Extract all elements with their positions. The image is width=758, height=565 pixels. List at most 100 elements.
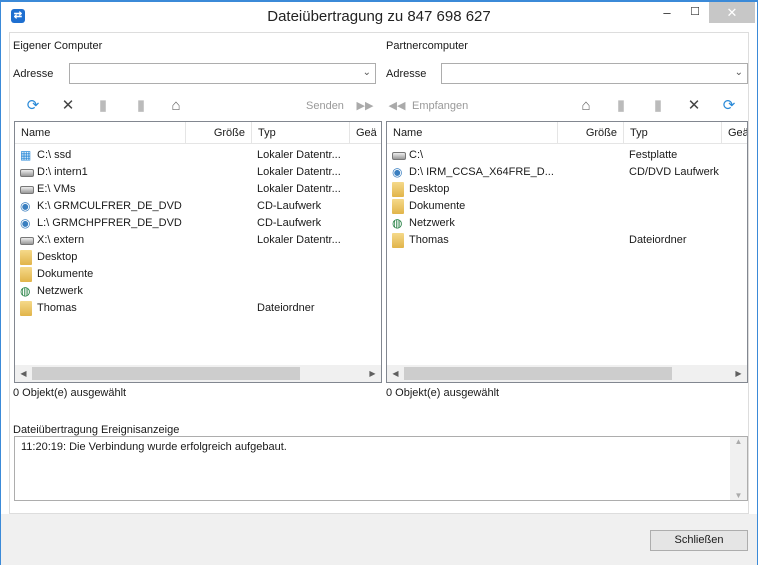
- local-computer-title: Eigener Computer: [13, 40, 103, 52]
- list-header: Name Größe Typ Geä: [15, 122, 381, 144]
- scrollbar-thumb[interactable]: [32, 367, 300, 380]
- item-name: X:\ extern: [37, 234, 85, 246]
- list-item[interactable]: ◍ Netzwerk: [15, 283, 381, 300]
- horizontal-scrollbar[interactable]: ◀ ▶: [387, 365, 747, 382]
- item-name: D:\ intern1: [37, 166, 88, 178]
- list-item[interactable]: ◍ Netzwerk: [387, 215, 747, 232]
- list-item[interactable]: ◉ L:\ GRMCHPFRER_DE_DVD CD-Laufwerk: [15, 215, 381, 232]
- desktop-folder-icon: [20, 250, 32, 265]
- network-icon: ◍: [392, 216, 403, 230]
- home-icon[interactable]: ⌂: [166, 96, 186, 116]
- list-item[interactable]: X:\ extern Lokaler Datentr...: [15, 232, 381, 249]
- desktop-folder-icon: [392, 182, 404, 197]
- dvd-icon: ◉: [20, 199, 31, 213]
- item-name: Dokumente: [409, 200, 466, 212]
- item-name: D:\ IRM_CCSA_X64FRE_D...: [409, 166, 554, 178]
- item-type: Dateiordner: [257, 302, 315, 314]
- list-item[interactable]: E:\ VMs Lokaler Datentr...: [15, 181, 381, 198]
- item-name: Netzwerk: [409, 217, 455, 229]
- list-header: Name Größe Typ Geä: [387, 122, 747, 144]
- receive-button[interactable]: Empfangen: [412, 100, 468, 112]
- drive-icon: [20, 169, 34, 177]
- chevron-down-icon: ⌄: [734, 67, 743, 78]
- documents-folder-icon: [392, 199, 404, 214]
- list-item[interactable]: Desktop: [387, 181, 747, 198]
- column-type[interactable]: Typ: [624, 122, 722, 144]
- partner-computer-title: Partnercomputer: [386, 40, 468, 52]
- list-item[interactable]: ◉ D:\ IRM_CCSA_X64FRE_D... CD/DVD Laufwerk: [387, 164, 747, 181]
- item-name: Thomas: [37, 302, 77, 314]
- list-item[interactable]: D:\ intern1 Lokaler Datentr...: [15, 164, 381, 181]
- folder-icon: [20, 301, 32, 316]
- item-name: Desktop: [409, 183, 450, 195]
- item-type: Lokaler Datentr...: [257, 166, 341, 178]
- vertical-scrollbar[interactable]: ▲ ▼: [730, 437, 747, 500]
- chevron-down-icon: ⌄: [362, 67, 371, 78]
- new-folder-icon[interactable]: ▮: [648, 96, 668, 116]
- list-item[interactable]: ▦ C:\ ssd Lokaler Datentr...: [15, 147, 381, 164]
- scroll-down-icon[interactable]: ▼: [730, 491, 747, 500]
- column-modified[interactable]: Geä: [350, 122, 381, 144]
- scroll-left-icon[interactable]: ◀: [15, 365, 32, 382]
- scroll-right-icon[interactable]: ▶: [364, 365, 381, 382]
- scroll-up-icon[interactable]: ▲: [730, 437, 747, 446]
- maximize-button[interactable]: ☐: [679, 2, 711, 23]
- list-item[interactable]: C:\ Festplatte: [387, 147, 747, 164]
- list-item[interactable]: Thomas Dateiordner: [387, 232, 747, 249]
- remote-address-label: Adresse: [386, 68, 427, 80]
- item-type: Lokaler Datentr...: [257, 149, 341, 161]
- item-type: Lokaler Datentr...: [257, 234, 341, 246]
- send-arrows-icon[interactable]: ▶▶: [355, 96, 375, 116]
- local-address-combo[interactable]: ⌄: [69, 63, 376, 84]
- close-window-button[interactable]: ✕: [709, 2, 755, 23]
- item-name: Desktop: [37, 251, 78, 263]
- close-button[interactable]: Schließen: [650, 530, 748, 551]
- title-bar: ⇄ Dateiübertragung zu 847 698 627 – ☐ ✕: [1, 2, 757, 32]
- column-size[interactable]: Größe: [186, 122, 252, 144]
- folder-up-icon[interactable]: ▮: [611, 96, 631, 116]
- dvd-icon: ◉: [20, 216, 31, 230]
- home-icon[interactable]: ⌂: [576, 96, 596, 116]
- new-folder-icon[interactable]: ▮: [93, 96, 113, 116]
- item-name: K:\ GRMCULFRER_DE_DVD: [37, 200, 182, 212]
- list-item[interactable]: Dokumente: [387, 198, 747, 215]
- file-transfer-window: ⇄ Dateiübertragung zu 847 698 627 – ☐ ✕ …: [0, 0, 758, 565]
- scroll-right-icon[interactable]: ▶: [730, 365, 747, 382]
- list-item[interactable]: Dokumente: [15, 266, 381, 283]
- receive-arrows-icon[interactable]: ◀◀: [387, 96, 407, 116]
- item-name: C:\: [409, 149, 424, 161]
- list-item[interactable]: ◉ K:\ GRMCULFRER_DE_DVD CD-Laufwerk: [15, 198, 381, 215]
- network-icon: ◍: [20, 284, 31, 298]
- remote-file-list[interactable]: Name Größe Typ Geä C:\ Festplatte ◉ D:\ IRM…: [386, 121, 748, 383]
- item-name: C:\ ssd: [37, 149, 72, 161]
- column-size[interactable]: Größe: [558, 122, 624, 144]
- list-item[interactable]: Desktop: [15, 249, 381, 266]
- send-button[interactable]: Senden: [306, 100, 344, 112]
- local-file-list[interactable]: Name Größe Typ Geä ▦ C:\ ssd Lokaler Daten…: [14, 121, 382, 383]
- windows-drive-icon: ▦: [20, 148, 32, 162]
- window-title: Dateiübertragung zu 847 698 627: [267, 8, 491, 25]
- column-name[interactable]: Name: [15, 122, 186, 144]
- item-name: E:\ VMs: [37, 183, 76, 195]
- event-log[interactable]: 11:20:19: Die Verbindung wurde erfolgrei…: [14, 436, 748, 501]
- delete-icon[interactable]: ✕: [684, 96, 704, 116]
- refresh-icon[interactable]: ⟳: [719, 96, 739, 116]
- folder-icon: [392, 233, 404, 248]
- folder-up-icon[interactable]: ▮: [131, 96, 151, 116]
- column-type[interactable]: Typ: [252, 122, 350, 144]
- column-name[interactable]: Name: [387, 122, 558, 144]
- column-modified[interactable]: Geä: [722, 122, 747, 144]
- item-type: CD-Laufwerk: [257, 217, 322, 229]
- list-item[interactable]: Thomas Dateiordner: [15, 300, 381, 317]
- horizontal-scrollbar[interactable]: ◀ ▶: [15, 365, 381, 382]
- refresh-icon[interactable]: ⟳: [23, 96, 43, 116]
- scroll-left-icon[interactable]: ◀: [387, 365, 404, 382]
- item-type: Lokaler Datentr...: [257, 183, 341, 195]
- log-entry: 11:20:19: Die Verbindung wurde erfolgrei…: [21, 441, 287, 453]
- item-type: Dateiordner: [629, 234, 687, 246]
- item-name: Thomas: [409, 234, 449, 246]
- scrollbar-thumb[interactable]: [404, 367, 672, 380]
- delete-icon[interactable]: ✕: [58, 96, 78, 116]
- drive-icon: [20, 186, 34, 194]
- remote-address-combo[interactable]: ⌄: [441, 63, 748, 84]
